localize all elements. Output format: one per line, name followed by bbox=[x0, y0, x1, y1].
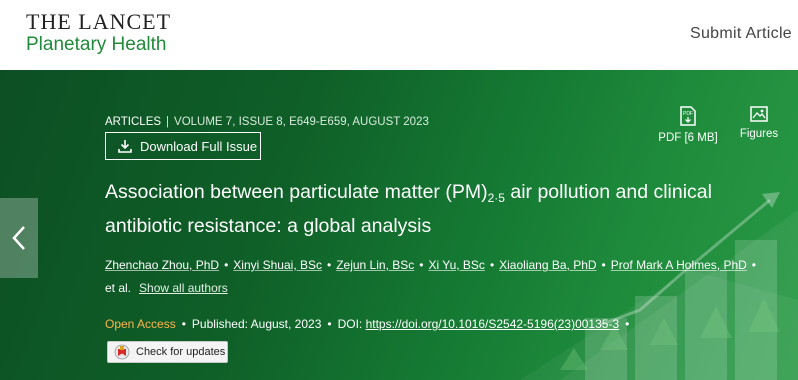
logo-title: THE LANCET bbox=[26, 9, 172, 34]
author-link[interactable]: Xi Yu, BSc bbox=[428, 258, 484, 272]
issue-details-link[interactable]: VOLUME 7, ISSUE 8, E649-E659, AUGUST 202… bbox=[174, 116, 429, 128]
author-separator: • bbox=[489, 258, 495, 272]
author-link[interactable]: Xinyi Shuai, BSc bbox=[233, 258, 322, 272]
figures-label: Figures bbox=[739, 128, 779, 140]
previous-article-button[interactable] bbox=[0, 198, 38, 278]
pdf-link[interactable]: PDF PDF [6 MB] bbox=[657, 106, 719, 144]
pub-separator: • bbox=[327, 317, 332, 331]
article-meta: ARTICLES | VOLUME 7, ISSUE 8, E649-E659, A… bbox=[105, 116, 429, 128]
pub-separator: • bbox=[625, 317, 630, 331]
show-all-authors-link[interactable]: Show all authors bbox=[139, 281, 228, 295]
submit-article-link[interactable]: Submit Article bbox=[690, 25, 792, 43]
meta-separator: | bbox=[166, 116, 170, 128]
check-updates-label: Check for updates bbox=[136, 346, 226, 358]
image-icon bbox=[750, 106, 768, 122]
author-link[interactable]: Zhenchao Zhou, PhD bbox=[105, 258, 219, 272]
author-list: Zhenchao Zhou, PhD • Xinyi Shuai, BSc • Zeju… bbox=[105, 254, 765, 300]
published-label: Published: bbox=[191, 317, 248, 331]
author-separator: • bbox=[419, 258, 424, 272]
download-icon bbox=[118, 140, 132, 153]
author-link[interactable]: Prof Mark A Holmes, PhD bbox=[611, 258, 747, 272]
chevron-left-icon bbox=[12, 226, 25, 250]
doi-link[interactable]: https://doi.org/10.1016/S2542-5196(23)00… bbox=[366, 317, 620, 331]
et-al-text: et al. bbox=[105, 281, 132, 295]
author-link[interactable]: Zejun Lin, BSc bbox=[336, 258, 414, 272]
figures-link[interactable]: Figures bbox=[736, 106, 782, 140]
article-title: Association between particulate matter (… bbox=[105, 178, 775, 240]
site-header: THE LANCET Planetary Health Submit Artic… bbox=[0, 0, 798, 70]
pub-separator: • bbox=[181, 317, 186, 331]
author-separator: • bbox=[601, 258, 606, 272]
author-link[interactable]: Xiaoliang Ba, PhD bbox=[499, 258, 596, 272]
title-subscript: 2·5 bbox=[487, 191, 505, 205]
open-access-label: Open Access bbox=[105, 317, 176, 331]
author-separator: • bbox=[751, 258, 756, 272]
pdf-label: PDF [6 MB] bbox=[658, 132, 718, 144]
title-part-1: Association between particulate matter (… bbox=[105, 181, 488, 203]
author-separator: • bbox=[224, 258, 229, 272]
check-for-updates-button[interactable]: Check for updates bbox=[107, 341, 228, 363]
published-date: August, 2023 bbox=[250, 317, 322, 331]
doi-label: DOI: bbox=[337, 317, 363, 331]
article-hero: ARTICLES | VOLUME 7, ISSUE 8, E649-E659, A… bbox=[0, 70, 798, 380]
logo-subtitle: Planetary Health bbox=[26, 34, 167, 55]
article-type-link[interactable]: ARTICLES bbox=[105, 116, 161, 128]
svg-text:PDF: PDF bbox=[683, 111, 693, 117]
download-full-issue-button[interactable]: Download Full Issue bbox=[105, 132, 261, 160]
pdf-icon: PDF bbox=[680, 106, 696, 126]
author-separator: • bbox=[327, 258, 332, 272]
download-label: Download Full Issue bbox=[140, 138, 258, 154]
crossmark-icon bbox=[114, 344, 130, 360]
journal-logo[interactable]: THE LANCET Planetary Health bbox=[26, 11, 171, 56]
publication-info: Open Access • Published: August, 2023 • DOI:… bbox=[105, 317, 635, 331]
